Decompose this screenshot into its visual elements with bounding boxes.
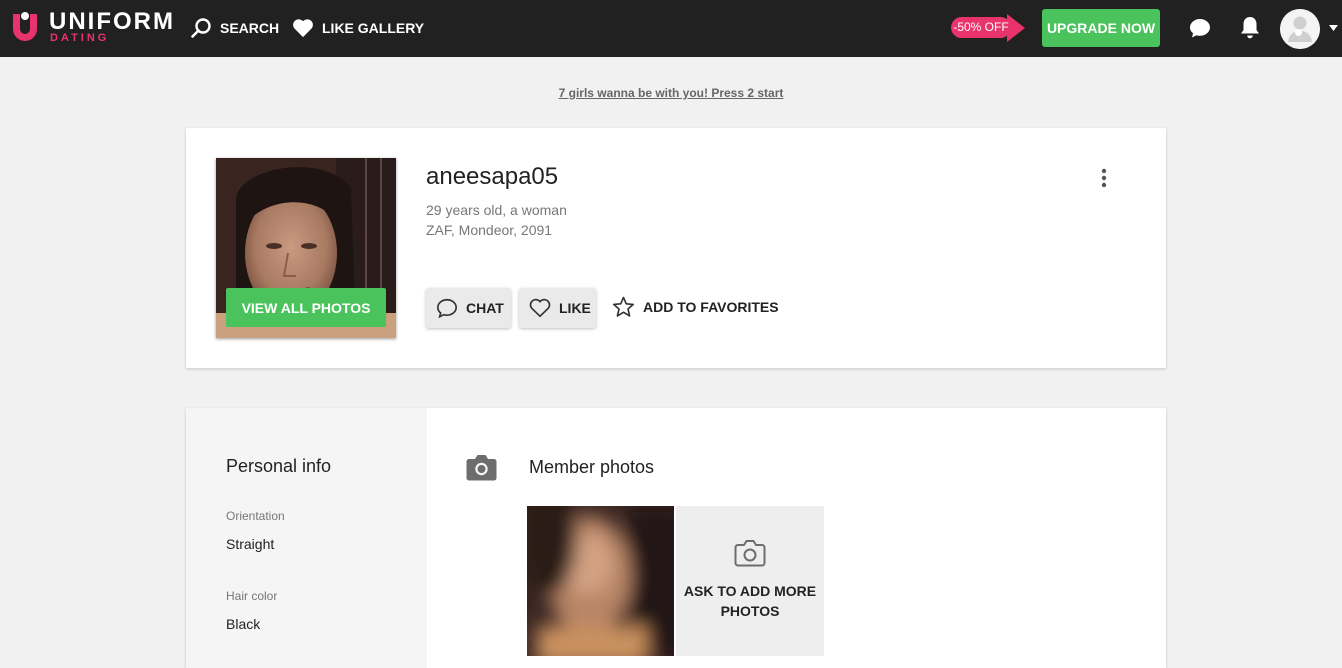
logo[interactable]: UNIFORM DATING <box>10 9 175 49</box>
more-options-icon[interactable] <box>1100 168 1108 188</box>
upgrade-now-button[interactable]: UPGRADE NOW <box>1042 9 1160 47</box>
avatar[interactable] <box>1280 9 1320 49</box>
profile-location: ZAF, Mondeor, 2091 <box>426 222 553 238</box>
chevron-down-icon[interactable] <box>1329 25 1338 31</box>
star-icon <box>612 296 635 317</box>
member-photo-thumbnail[interactable] <box>527 506 674 656</box>
heart-icon <box>293 19 313 38</box>
top-navbar: UNIFORM DATING SEARCH LIKE GALLERY -50% … <box>0 0 1342 57</box>
ask-more-photos-label: ASK TO ADD MORE PHOTOS <box>683 583 817 619</box>
orientation-label: Orientation <box>226 509 285 523</box>
nav-search-label: SEARCH <box>220 20 280 36</box>
profile-details-card: Personal info Orientation Straight Hair … <box>186 408 1166 668</box>
hair-color-value: Black <box>226 616 261 632</box>
chat-button[interactable]: CHAT <box>426 288 511 328</box>
nav-like-gallery-label: LIKE GALLERY <box>322 20 425 36</box>
logo-subtitle: DATING <box>50 32 110 44</box>
nav-search[interactable]: SEARCH <box>190 16 279 40</box>
personal-info-title: Personal info <box>226 456 332 476</box>
chat-bubble-icon <box>437 298 457 319</box>
hair-color-label: Hair color <box>226 589 278 603</box>
discount-badge-label: -50% OFF <box>951 17 1011 38</box>
member-photos-title: Member photos <box>529 457 655 477</box>
add-to-favorites-button[interactable]: ADD TO FAVORITES <box>612 296 779 318</box>
profile-meta: 29 years old, a woman ZAF, Mondeor, 2091 <box>426 200 567 240</box>
ask-more-photos-button[interactable]: ASK TO ADD MORE PHOTOS <box>676 506 824 656</box>
profile-card: VIEW ALL PHOTOS aneesapa05 29 years old,… <box>186 128 1166 368</box>
matches-banner-link[interactable]: 7 girls wanna be with you! Press 2 start <box>559 86 784 100</box>
profile-age-gender: 29 years old, a woman <box>426 202 567 218</box>
member-photo-image <box>527 506 674 656</box>
user-avatar-icon <box>1280 9 1320 49</box>
camera-icon <box>734 540 766 567</box>
logo-mark-icon <box>13 12 37 41</box>
profile-photo[interactable]: VIEW ALL PHOTOS <box>216 158 396 338</box>
personal-info-panel: Personal info Orientation Straight Hair … <box>186 408 427 668</box>
like-button-label: LIKE <box>559 300 591 316</box>
chat-bubble-icon[interactable] <box>1188 16 1212 40</box>
profile-username: aneesapa05 <box>426 163 559 190</box>
matches-banner: 7 girls wanna be with you! Press 2 start <box>0 86 1342 100</box>
chat-button-label: CHAT <box>466 300 504 316</box>
view-all-photos-button[interactable]: VIEW ALL PHOTOS <box>226 288 386 327</box>
search-icon <box>191 18 211 38</box>
heart-icon <box>529 298 551 318</box>
orientation-value: Straight <box>226 536 275 552</box>
add-to-favorites-label: ADD TO FAVORITES <box>643 299 779 315</box>
bell-icon[interactable] <box>1240 15 1260 41</box>
nav-like-gallery[interactable]: LIKE GALLERY <box>292 16 424 40</box>
logo-wordmark: UNIFORM <box>49 8 175 35</box>
camera-icon <box>466 455 497 481</box>
like-button[interactable]: LIKE <box>519 288 596 328</box>
